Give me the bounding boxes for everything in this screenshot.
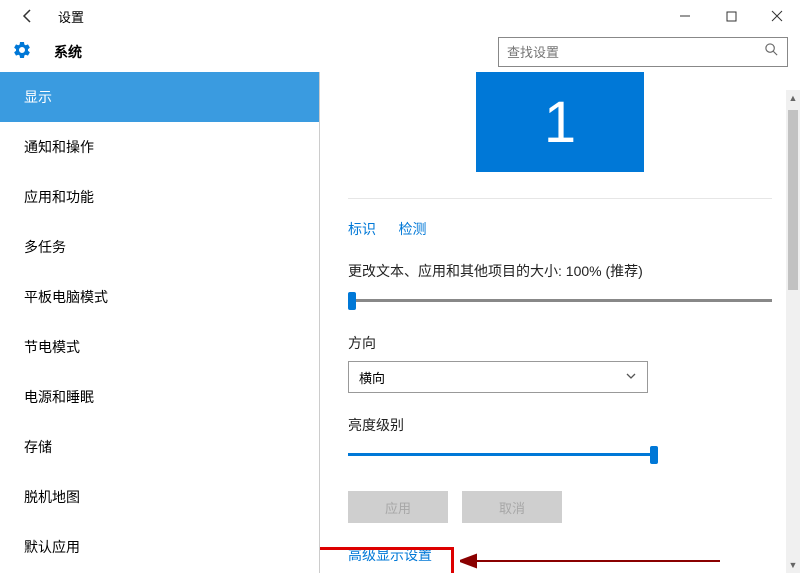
annotation-arrow xyxy=(460,551,720,571)
scrollbar-vertical[interactable]: ▲ ▼ xyxy=(786,90,800,573)
gear-icon xyxy=(12,40,32,65)
minimize-button[interactable] xyxy=(662,0,708,32)
orientation-label: 方向 xyxy=(348,333,772,353)
orientation-select[interactable]: 横向 xyxy=(348,361,648,393)
sidebar-item-power[interactable]: 电源和睡眠 xyxy=(0,372,319,422)
sidebar-item-apps[interactable]: 应用和功能 xyxy=(0,172,319,222)
sidebar-item-label: 通知和操作 xyxy=(24,137,94,157)
sidebar-item-label: 显示 xyxy=(24,87,52,107)
search-icon xyxy=(764,42,779,62)
monitor-preview[interactable]: 1 xyxy=(476,72,644,172)
sidebar-item-label: 平板电脑模式 xyxy=(24,287,108,307)
sidebar-item-label: 应用和功能 xyxy=(24,187,94,207)
maximize-button[interactable] xyxy=(708,0,754,32)
scrollbar-thumb[interactable] xyxy=(788,110,798,290)
scale-label: 更改文本、应用和其他项目的大小: 100% (推荐) xyxy=(348,261,772,281)
sidebar-item-label: 多任务 xyxy=(24,237,66,257)
content-area: 1 标识 检测 更改文本、应用和其他项目的大小: 100% (推荐) 方向 横向… xyxy=(320,72,800,573)
annotation-highlight xyxy=(320,547,454,573)
search-box[interactable] xyxy=(498,37,788,67)
sidebar-item-default-apps[interactable]: 默认应用 xyxy=(0,522,319,572)
sidebar-item-label: 脱机地图 xyxy=(24,487,80,507)
apply-button: 应用 xyxy=(348,491,448,523)
sidebar-item-label: 电源和睡眠 xyxy=(24,387,94,407)
detect-link[interactable]: 检测 xyxy=(398,221,426,237)
sidebar-item-label: 节电模式 xyxy=(24,337,80,357)
back-button[interactable] xyxy=(12,0,44,32)
sidebar-item-maps[interactable]: 脱机地图 xyxy=(0,472,319,522)
chevron-down-icon xyxy=(625,370,637,385)
scroll-up-icon[interactable]: ▲ xyxy=(786,90,800,106)
scroll-down-icon[interactable]: ▼ xyxy=(786,557,800,573)
section-title: 系统 xyxy=(54,42,82,62)
search-input[interactable] xyxy=(507,45,764,60)
scale-slider[interactable] xyxy=(348,291,772,311)
sidebar-item-label: 默认应用 xyxy=(24,537,80,557)
sidebar: 显示 通知和操作 应用和功能 多任务 平板电脑模式 节电模式 电源和睡眠 存储 … xyxy=(0,72,320,573)
sidebar-item-display[interactable]: 显示 xyxy=(0,72,319,122)
monitor-number: 1 xyxy=(544,89,576,156)
orientation-value: 横向 xyxy=(359,368,385,387)
sidebar-item-notifications[interactable]: 通知和操作 xyxy=(0,122,319,172)
sidebar-item-battery[interactable]: 节电模式 xyxy=(0,322,319,372)
close-button[interactable] xyxy=(754,0,800,32)
sidebar-item-storage[interactable]: 存储 xyxy=(0,422,319,472)
sidebar-item-multitask[interactable]: 多任务 xyxy=(0,222,319,272)
cancel-button: 取消 xyxy=(462,491,562,523)
sidebar-item-label: 存储 xyxy=(24,437,52,457)
identify-link[interactable]: 标识 xyxy=(348,221,376,237)
brightness-label: 亮度级别 xyxy=(348,415,772,435)
brightness-slider[interactable] xyxy=(348,445,658,465)
sidebar-item-tablet[interactable]: 平板电脑模式 xyxy=(0,272,319,322)
window-title: 设置 xyxy=(58,7,84,26)
